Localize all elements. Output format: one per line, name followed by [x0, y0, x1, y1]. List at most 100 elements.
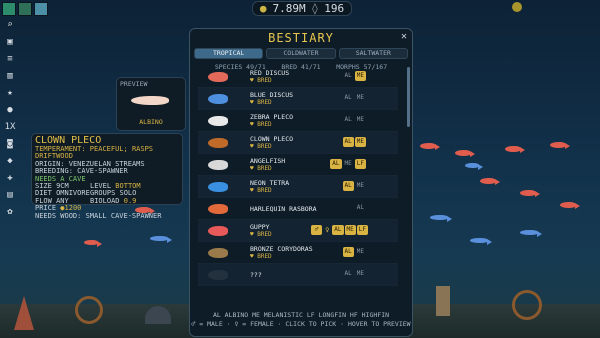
morph-badges: AL ME — [343, 71, 366, 81]
species-row-name: BRONZE CORYDORAS — [250, 244, 313, 253]
morph-badge[interactable]: ME — [354, 137, 366, 147]
morph-badge[interactable]: ME — [355, 247, 366, 257]
morph-badge[interactable]: ME — [355, 269, 366, 279]
morph-badges: AL ME — [343, 93, 366, 103]
light-icon[interactable]: ● — [4, 104, 16, 116]
species-text: BRONZE CORYDORAS ♥ BRED — [250, 245, 354, 261]
swatch[interactable] — [34, 2, 48, 16]
fish[interactable] — [560, 202, 580, 209]
species-text: HARLEQUIN RASBORA — [250, 205, 354, 213]
fish[interactable] — [455, 150, 475, 157]
species-row[interactable]: NEON TETRA ♥ BRED AL ME — [198, 176, 398, 198]
swatch[interactable] — [2, 2, 16, 16]
fish[interactable] — [430, 215, 452, 222]
species-fish-icon — [204, 69, 236, 85]
camera-icon[interactable]: ▣ — [4, 36, 16, 48]
wheel-decor — [512, 290, 542, 320]
camera2-icon[interactable]: ◙ — [4, 138, 16, 150]
morph-badge[interactable]: ME — [355, 93, 366, 103]
morph-badge[interactable]: ME — [354, 71, 366, 81]
fish[interactable] — [84, 240, 102, 247]
speed-button[interactable]: 1X — [4, 121, 16, 133]
search-icon[interactable]: ⌕ — [4, 19, 16, 31]
morph-badge[interactable]: ME — [355, 115, 366, 125]
species-row[interactable]: BLUE DISCUS ♥ BRED AL ME — [198, 88, 398, 110]
species-info-panel: CLOWN PLECO TEMPERAMENT: PEACEFUL; RASPS… — [31, 133, 183, 220]
species-row[interactable]: BRONZE CORYDORAS ♥ BRED AL ME — [198, 242, 398, 264]
tab-saltwater[interactable]: SALTWATER — [338, 48, 408, 59]
species-row[interactable]: ??? AL ME — [198, 264, 398, 286]
morph-badges: AL ME — [342, 247, 366, 257]
bestiary-title: BESTIARY — [268, 31, 334, 45]
species-row[interactable]: CLOWN PLECO ♥ BRED AL ME — [198, 132, 398, 154]
morph-badge[interactable]: AL — [343, 71, 354, 81]
morph-badge[interactable]: AL — [343, 269, 354, 279]
morph-badge[interactable]: AL — [330, 159, 342, 169]
species-row-bred: ♥ BRED — [250, 186, 272, 194]
species-text: BLUE DISCUS ♥ BRED — [250, 91, 354, 107]
coin-count: 7.89M — [272, 2, 306, 15]
morph-badge[interactable]: ME — [355, 181, 366, 191]
bestiary-panel: BESTIARY ✕ TROPICAL COLDWATER SALTWATER … — [189, 28, 413, 337]
species-row-bred: ♥ BRED — [250, 252, 272, 260]
species-row-bred: ♥ BRED — [250, 120, 272, 128]
legend-line-2: ♂ = MALE · ♀ = FEMALE · CLICK TO PICK · … — [191, 320, 411, 328]
morph-badge[interactable]: AL — [332, 225, 344, 235]
coin-pickup[interactable] — [512, 2, 522, 12]
morph-badge[interactable]: AL — [343, 93, 354, 103]
species-row-name: BLUE DISCUS — [250, 90, 294, 99]
species-row[interactable]: HARLEQUIN RASBORA AL — [198, 198, 398, 220]
bestiary-legend: AL ALBINO ME MELANISTIC LF LONGFIN HF HI… — [190, 311, 412, 329]
fish-icon[interactable]: ◆ — [4, 155, 16, 167]
species-fish-icon — [204, 201, 236, 217]
morph-badge[interactable]: AL — [342, 181, 354, 191]
swatch[interactable] — [18, 2, 32, 16]
species-row-name: CLOWN PLECO — [250, 134, 294, 143]
species-text: ZEBRA PLECO ♥ BRED — [250, 113, 354, 129]
fish[interactable] — [150, 236, 172, 243]
species-row[interactable]: ZEBRA PLECO ♥ BRED AL ME — [198, 110, 398, 132]
male-badge[interactable]: ♂ — [311, 225, 323, 235]
star-icon[interactable]: ★ — [4, 87, 16, 99]
species-fish-icon — [204, 113, 236, 129]
settings-icon[interactable]: ✿ — [4, 206, 16, 218]
delete-icon[interactable]: ▥ — [4, 70, 16, 82]
morph-badge[interactable]: AL — [343, 115, 354, 125]
morph-badge[interactable]: AL — [355, 203, 366, 213]
close-icon[interactable]: ✕ — [401, 31, 407, 42]
morph-badges: AL ME — [343, 115, 366, 125]
species-fish-icon — [204, 223, 236, 239]
needs-wood: NEEDS WOOD: SMALL CAVE-SPAWNER — [35, 211, 162, 220]
species-list: RED DISCUS ♥ BRED AL ME BLUE DISCUS ♥ BRED AL M… — [198, 66, 398, 310]
bioload-value: 0.9 — [123, 196, 137, 205]
scrollbar[interactable] — [407, 67, 410, 127]
morph-badges: AL ME LF — [330, 159, 366, 169]
morph-badge[interactable]: LF — [356, 225, 368, 235]
morph-badge[interactable]: ME — [343, 159, 354, 169]
tab-tropical[interactable]: TROPICAL — [194, 48, 264, 59]
fish-count: 196 — [324, 2, 345, 15]
female-badge[interactable]: ♀ — [325, 225, 329, 235]
coin-icon: ● — [259, 2, 267, 15]
morph-badge[interactable]: ME — [344, 225, 356, 235]
cone-decor — [14, 296, 34, 330]
fish[interactable] — [470, 238, 492, 245]
decor-icon[interactable]: ▤ — [4, 189, 16, 201]
species-row[interactable]: RED DISCUS ♥ BRED AL ME — [198, 66, 398, 88]
fish[interactable] — [520, 230, 542, 237]
morph-badge[interactable]: AL — [342, 247, 354, 257]
left-toolbar: ⌕ ▣ ≡ ▥ ★ ● 1X ◙ ◆ ✚ ▤ ✿ — [2, 16, 18, 223]
fish[interactable] — [420, 143, 440, 150]
morph-badge[interactable]: LF — [354, 159, 366, 169]
species-row[interactable]: GUPPY ♥ BRED ♂ ♀ AL ME LF — [198, 220, 398, 242]
fish[interactable] — [480, 178, 500, 185]
species-row[interactable]: ANGELFISH ♥ BRED AL ME LF — [198, 154, 398, 176]
fish[interactable] — [505, 146, 525, 153]
move-icon[interactable]: ✚ — [4, 172, 16, 184]
fish[interactable] — [465, 163, 483, 170]
fish[interactable] — [520, 190, 540, 197]
morph-badge[interactable]: AL — [342, 137, 354, 147]
fish[interactable] — [550, 142, 570, 149]
clipboard-icon[interactable]: ≡ — [4, 53, 16, 65]
tab-coldwater[interactable]: COLDWATER — [266, 48, 336, 59]
